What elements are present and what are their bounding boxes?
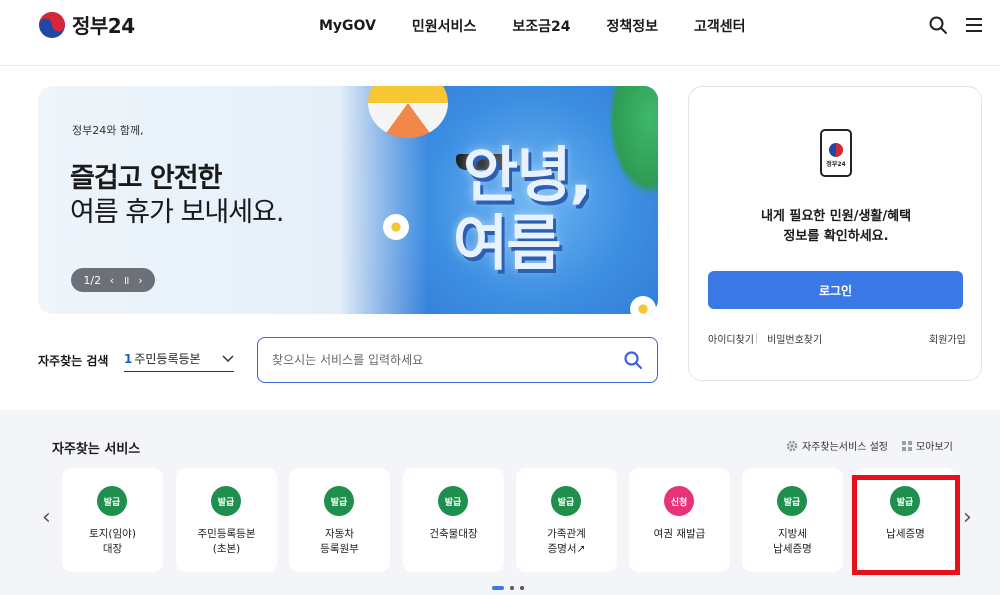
login-message: 내게 필요한 민원/생활/혜택 xyxy=(760,209,912,224)
nav-policy-info[interactable]: 정책정보 xyxy=(606,16,658,36)
banner-pause-button[interactable]: ॥ xyxy=(123,273,130,288)
service-card-building-register[interactable]: 발급 건축물대장 xyxy=(403,468,504,572)
issue-badge: 발급 xyxy=(551,486,581,516)
service-card-resident-registration[interactable]: 발급 주민등록등본 (초본) xyxy=(176,468,277,572)
issue-badge: 발급 xyxy=(438,486,468,516)
issue-badge: 발급 xyxy=(777,486,807,516)
banner-prev-button[interactable]: ‹ xyxy=(110,274,114,287)
service-card-family-relation[interactable]: 발급 가족관계 증명서↗ xyxy=(516,468,617,572)
logo[interactable]: 정부24 xyxy=(38,10,135,39)
service-card-label: 여권 재발급 xyxy=(653,528,706,540)
divider xyxy=(756,333,757,343)
frequent-services-section: 자주찾는 서비스 자주찾는서비스 설정 모아보기 ‹ › 발급 토지(임야) 대… xyxy=(0,410,1000,595)
banner-title-line2: 여름 휴가 보내세요. xyxy=(70,197,284,228)
service-card-local-tax-certificate[interactable]: 발급 지방세 납세증명 xyxy=(742,468,843,572)
service-card-label: 주민등록등본 (초본) xyxy=(197,528,256,555)
nav-customer-center[interactable]: 고객센터 xyxy=(694,16,746,36)
site-header: 정부24 MyGOV 민원서비스 보조금24 정책정보 고객센터 xyxy=(0,0,1000,66)
carousel-dot[interactable] xyxy=(510,586,514,590)
palm-leaf-icon xyxy=(608,86,658,196)
issue-badge: 발급 xyxy=(324,486,354,516)
flower-icon xyxy=(383,214,409,240)
carousel-dot[interactable] xyxy=(520,586,524,590)
frequent-services-title: 자주찾는 서비스 xyxy=(52,442,141,457)
service-card-label: 토지(임야) 대장 xyxy=(89,528,136,555)
find-password-link[interactable]: 비밀번호찾기 xyxy=(767,331,822,346)
nav-subsidy24[interactable]: 보조금24 xyxy=(512,16,570,36)
search-box xyxy=(257,337,658,383)
search-submit-icon[interactable] xyxy=(623,350,643,370)
main-nav: MyGOV 민원서비스 보조금24 정책정보 고객센터 xyxy=(300,0,782,52)
highlight-box xyxy=(852,475,960,575)
login-card: 정부24 내게 필요한 민원/생활/혜택 정보를 확인하세요. 로그인 아이디찾… xyxy=(688,86,982,381)
taegeuk-icon xyxy=(39,11,65,38)
logo-text: 정부24 xyxy=(72,14,135,38)
issue-badge: 발급 xyxy=(97,486,127,516)
login-message-line2: 정보를 확인하세요. xyxy=(783,229,889,244)
frequent-services-settings-button[interactable]: 자주찾는서비스 설정 xyxy=(786,438,888,453)
apply-badge: 신청 xyxy=(664,486,694,516)
service-card-vehicle-register[interactable]: 발급 자동차 등록원부 xyxy=(289,468,390,572)
service-card-label: 건축물대장 xyxy=(429,528,478,540)
service-card-passport-reissue[interactable]: 신청 여권 재발급 xyxy=(629,468,730,572)
find-id-link[interactable]: 아이디찾기 xyxy=(708,331,754,346)
banner-headline: 안녕, 여름 xyxy=(453,141,592,279)
frequent-search-label: 자주찾는 검색 xyxy=(38,354,109,368)
carousel-dot-active[interactable] xyxy=(492,586,504,590)
grid-icon xyxy=(902,440,912,451)
service-card-land-register[interactable]: 발급 토지(임야) 대장 xyxy=(62,468,163,572)
carousel-pagination xyxy=(492,586,524,590)
service-card-label: 지방세 납세증명 xyxy=(773,528,812,555)
search-icon[interactable] xyxy=(928,15,948,35)
service-card-label: 자동차 등록원부 xyxy=(320,528,359,555)
menu-icon[interactable] xyxy=(964,15,984,35)
chevron-down-icon xyxy=(222,354,234,362)
gear-icon xyxy=(786,440,798,451)
nav-mygov[interactable]: MyGOV xyxy=(319,18,376,34)
mobile-phone-icon: 정부24 xyxy=(820,129,852,177)
issue-badge: 발급 xyxy=(211,486,241,516)
nav-civil-service[interactable]: 민원서비스 xyxy=(412,16,476,36)
carousel-prev-arrow[interactable]: ‹ xyxy=(42,507,51,529)
signup-link[interactable]: 회원가입 xyxy=(929,331,966,346)
service-card-label: 가족관계 증명서↗ xyxy=(547,528,586,555)
banner-next-button[interactable]: › xyxy=(138,274,142,287)
search-input[interactable] xyxy=(272,353,623,367)
carousel-next-arrow[interactable]: › xyxy=(963,507,972,529)
view-all-button[interactable]: 모아보기 xyxy=(902,438,953,453)
login-button[interactable]: 로그인 xyxy=(708,271,963,309)
banner-pager: 1/2 ‹ ॥ › xyxy=(71,268,155,292)
frequent-search-value: 주민등록등본 xyxy=(134,352,201,366)
banner-page-indicator: 1/2 xyxy=(83,273,102,287)
frequent-search-select[interactable]: 1 주민등록등본 xyxy=(124,346,234,372)
banner-subtitle: 정부24와 함께, xyxy=(72,124,144,137)
promo-banner[interactable]: 정부24와 함께, 즐겁고 안전한 여름 휴가 보내세요. 안녕, 여름 1/2… xyxy=(38,86,658,314)
